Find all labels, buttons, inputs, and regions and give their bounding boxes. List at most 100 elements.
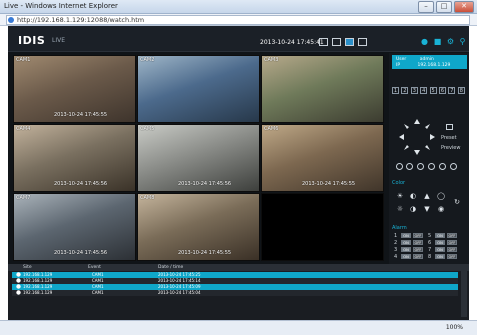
user-value: admin [419, 57, 434, 62]
channel-button[interactable]: 8 [457, 87, 465, 94]
alarm-number: 1 [394, 233, 398, 239]
ptz-home-icon[interactable] [446, 124, 453, 130]
channel-button[interactable]: 7 [448, 87, 456, 94]
camera-tile[interactable]: CAM2 [137, 55, 260, 123]
app-header [8, 26, 469, 52]
camera-tile[interactable] [261, 193, 384, 261]
user-info: User admin IP 192.168.1.129 [392, 55, 467, 69]
user-label: User [396, 57, 407, 62]
iris-open-icon[interactable] [439, 163, 446, 170]
camera-timestamp: 2013-10-24 17:45:56 [178, 181, 232, 187]
close-button[interactable]: ✕ [454, 1, 474, 13]
alarm-on-button[interactable]: ON [401, 233, 411, 238]
alarm-on-button[interactable]: ON [435, 254, 445, 259]
log-site: 192.168.1.129 [23, 290, 53, 295]
save-icon[interactable]: ■ [433, 38, 442, 46]
log-event: CAM1 [92, 290, 104, 295]
maximize-button[interactable]: □ [436, 1, 452, 13]
alarm-number: 2 [394, 240, 398, 246]
minimize-button[interactable]: – [418, 1, 434, 13]
user-row: User admin [396, 57, 434, 62]
channel-button[interactable]: 5 [429, 87, 437, 94]
camera-tile[interactable]: CAM1 2013-10-24 17:45:55 [13, 55, 136, 123]
info-icon [16, 290, 21, 297]
alarm-on-button[interactable]: ON [435, 233, 445, 238]
camera-label: CAM2 [140, 57, 155, 63]
camera-tile[interactable]: CAM3 [261, 55, 384, 123]
alarm-off-button[interactable]: OFF [447, 247, 457, 252]
zoom-in-icon[interactable] [396, 163, 403, 170]
layout-1x1-icon[interactable] [319, 38, 328, 46]
log-scrollbar[interactable] [461, 271, 467, 317]
camera-tile[interactable]: CAM4 2013-10-24 17:45:56 [13, 124, 136, 192]
url-field[interactable]: http://192.168.1.129:12088/watch.htm [6, 15, 470, 25]
alarm-off-button[interactable]: OFF [413, 240, 423, 245]
user-icon[interactable]: ● [420, 38, 429, 46]
channel-button[interactable]: 3 [410, 87, 418, 94]
search-icon[interactable]: ⚲ [458, 38, 467, 46]
datetime-column-header[interactable]: Date / time [158, 264, 183, 271]
layout-4x4-icon[interactable] [358, 38, 367, 46]
browser-statusbar [0, 320, 477, 335]
log-datetime: 2013-10-24 17:45:04 [158, 290, 201, 295]
channel-button[interactable]: 1 [392, 87, 399, 94]
reset-color-icon[interactable]: ↻ [453, 198, 461, 206]
alarm-on-button[interactable]: ON [401, 240, 411, 245]
camera-tile[interactable]: CAM5 2013-10-24 17:45:56 [137, 124, 260, 192]
camera-tile[interactable]: CAM6 2013-10-24 17:45:55 [261, 124, 384, 192]
alarm-off-button[interactable]: OFF [413, 233, 423, 238]
camera-label: CAM3 [264, 57, 279, 63]
log-row[interactable]: 192.168.1.129 CAM1 2013-10-24 17:45:04 [12, 290, 458, 296]
alarm-off-button[interactable]: OFF [447, 254, 457, 259]
hue-down-icon[interactable]: ◉ [437, 205, 445, 213]
alarm-number: 5 [428, 233, 432, 239]
ip-value: 192.168.1.129 [417, 63, 451, 68]
contrast-down-icon[interactable]: ◑ [409, 205, 417, 213]
camera-label: CAM8 [140, 195, 155, 201]
channel-button[interactable]: 4 [420, 87, 428, 94]
alarm-off-button[interactable]: OFF [413, 254, 423, 259]
hue-up-icon[interactable]: ◯ [437, 192, 445, 200]
zoom-level[interactable]: 100% [446, 324, 463, 331]
saturation-up-icon[interactable]: ▲ [423, 192, 431, 200]
alarm-on-button[interactable]: ON [435, 247, 445, 252]
camera-timestamp: 2013-10-24 17:45:56 [54, 250, 108, 256]
brightness-down-icon[interactable]: ☼ [396, 205, 404, 213]
alarm-off-button[interactable]: OFF [447, 233, 457, 238]
alarm-number: 4 [394, 254, 398, 260]
idis-logo: IDIS [18, 34, 46, 47]
camera-tile[interactable]: CAM8 2013-10-24 17:45:55 [137, 193, 260, 261]
zoom-out-icon[interactable] [406, 163, 413, 170]
ip-label: IP [396, 63, 401, 68]
alarm-on-button[interactable]: ON [401, 254, 411, 259]
ptz-pad[interactable] [397, 117, 437, 157]
alarm-off-button[interactable]: OFF [447, 240, 457, 245]
channel-button[interactable]: 6 [439, 87, 446, 94]
preview-button[interactable]: Preview [441, 145, 460, 151]
camera-timestamp: 2013-10-24 17:45:55 [178, 250, 232, 256]
preset-button[interactable]: Preset [441, 135, 457, 141]
layout-2x2-icon[interactable] [332, 38, 341, 46]
camera-tile[interactable]: CAM7 2013-10-24 17:45:56 [13, 193, 136, 261]
iris-close-icon[interactable] [450, 163, 457, 170]
brightness-up-icon[interactable]: ☀ [396, 192, 404, 200]
contrast-up-icon[interactable]: ◐ [409, 192, 417, 200]
alarm-on-button[interactable]: ON [401, 247, 411, 252]
event-column-header[interactable]: Event [88, 264, 101, 271]
alarm-number: 7 [428, 247, 432, 253]
channel-button[interactable]: 2 [401, 87, 409, 94]
alarm-label: Alarm [392, 225, 407, 231]
site-column-header[interactable]: Site [23, 264, 32, 271]
focus-near-icon[interactable] [417, 163, 424, 170]
focus-far-icon[interactable] [428, 163, 435, 170]
window-controls: – □ ✕ [418, 1, 474, 13]
layout-3x3-icon[interactable] [345, 38, 354, 46]
camera-label: CAM7 [16, 195, 31, 201]
saturation-down-icon[interactable]: ▼ [423, 205, 431, 213]
clock: 2013-10-24 17:45:41 [260, 39, 324, 46]
alarm-off-button[interactable]: OFF [413, 247, 423, 252]
alarm-on-button[interactable]: ON [435, 240, 445, 245]
gear-icon[interactable]: ⚙ [446, 38, 455, 46]
window-titlebar: Live - Windows Internet Explorer – □ ✕ [0, 0, 477, 14]
camera-timestamp: 2013-10-24 17:45:56 [54, 181, 108, 187]
